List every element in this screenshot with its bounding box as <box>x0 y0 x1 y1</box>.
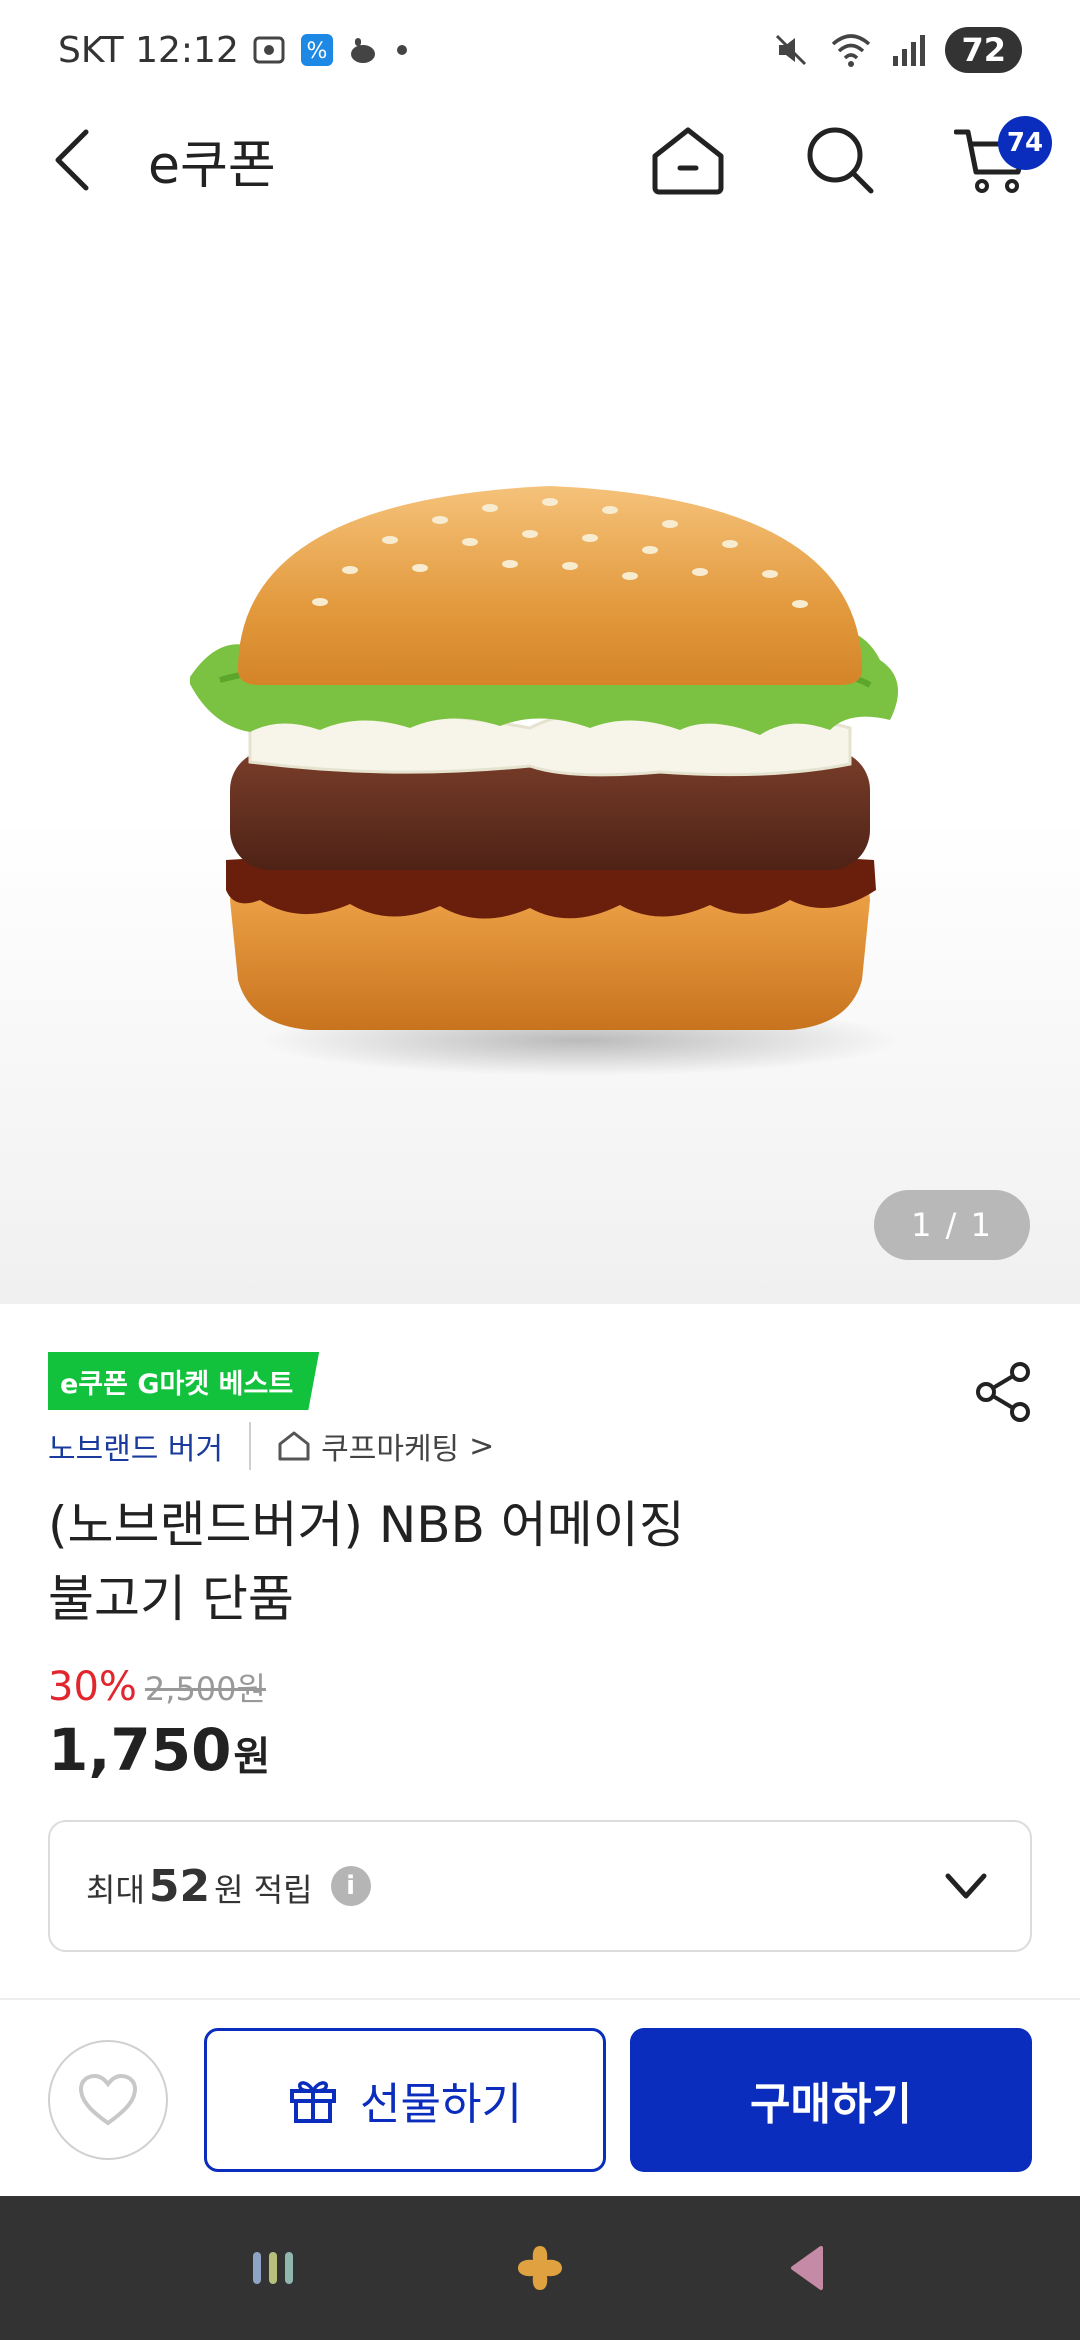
app-header: e쿠폰 74 <box>0 100 1080 220</box>
status-right: 72 <box>771 27 1022 73</box>
seller-chevron-icon: > <box>469 1428 495 1464</box>
wishlist-button[interactable] <box>48 2040 168 2160</box>
battery-indicator: 72 <box>945 27 1022 73</box>
back-button[interactable] <box>48 124 96 196</box>
shop-home-icon <box>278 1431 310 1461</box>
home-icon <box>652 127 724 195</box>
final-price-unit: 원 <box>233 1734 271 1780</box>
back-nav-icon <box>790 2246 823 2290</box>
cart-count-badge: 74 <box>998 116 1052 170</box>
svg-text:%: % <box>306 39 327 64</box>
header-actions: 74 <box>648 116 1052 200</box>
percent-app-icon: % <box>300 34 333 66</box>
brand-link[interactable]: 노브랜드 버거 <box>48 1424 223 1468</box>
signal-icon <box>893 35 926 66</box>
info-icon[interactable]: i <box>330 1866 371 1906</box>
gift-button[interactable]: 선물하기 <box>204 2028 606 2172</box>
battery-level: 72 <box>961 31 1006 69</box>
points-text: 최대 52 원 적립 i <box>86 1861 371 1912</box>
seller-link[interactable]: 쿠프마케팅 > <box>277 1424 494 1468</box>
buy-button-label: 구매하기 <box>750 2079 912 2130</box>
back-arrow-icon <box>55 129 89 191</box>
original-price: 2,500원 <box>144 1670 266 1708</box>
status-bar: SKT 12:12 % 72 <box>0 0 1080 100</box>
home-button[interactable] <box>648 120 728 200</box>
product-title: (노브랜드버거) NBB 어메이징 불고기 단품 <box>48 1488 948 1636</box>
best-badge: e쿠폰 G마켓 베스트 <box>48 1352 320 1410</box>
points-accordion[interactable]: 최대 52 원 적립 i <box>48 1820 1032 1952</box>
buy-button[interactable]: 구매하기 <box>630 2028 1032 2172</box>
store-row: 노브랜드 버거 쿠프마케팅 > <box>48 1422 494 1470</box>
divider <box>249 1422 252 1470</box>
back-nav-button[interactable] <box>767 2228 847 2308</box>
burger-product-image <box>190 486 900 1076</box>
image-counter: 1 / 1 <box>874 1190 1030 1260</box>
wifi-icon <box>832 34 871 67</box>
gift-button-label: 선물하기 <box>360 2079 522 2130</box>
gift-icon <box>290 2081 337 2123</box>
action-bar: 선물하기 구매하기 <box>0 1998 1080 2196</box>
final-price: 1,750 원 <box>48 1716 270 1784</box>
coffee-app-icon <box>350 38 375 63</box>
share-icon <box>976 1362 1030 1422</box>
recent-apps-icon <box>253 2252 294 2284</box>
product-title-line2: 불고기 단품 <box>48 1570 294 1628</box>
home-nav-button[interactable] <box>500 2228 580 2308</box>
system-nav-bar <box>0 2196 1080 2340</box>
mute-icon <box>776 34 807 66</box>
home-nav-icon <box>517 2246 562 2290</box>
search-button[interactable] <box>800 120 880 200</box>
points-amount: 52 <box>148 1860 211 1912</box>
search-icon <box>807 127 874 194</box>
discount-rate: 30% <box>48 1664 137 1710</box>
status-time: SKT 12:12 <box>58 29 239 71</box>
status-left: SKT 12:12 % <box>58 30 409 71</box>
recent-apps-button[interactable] <box>233 2228 313 2308</box>
product-title-line1: (노브랜드버거) NBB 어메이징 <box>48 1496 685 1554</box>
cart-button[interactable]: 74 <box>952 116 1052 200</box>
points-suffix: 원 적립 <box>214 1870 313 1909</box>
points-prefix: 최대 <box>86 1870 145 1909</box>
price-row: 30% 2,500원 <box>48 1664 266 1710</box>
chevron-down-icon <box>945 1873 987 1899</box>
final-price-value: 1,750 <box>48 1716 232 1784</box>
screenshot-icon <box>253 36 285 64</box>
product-image-carousel[interactable]: 1 / 1 <box>0 220 1080 1304</box>
heart-icon <box>78 2073 138 2126</box>
page-title: e쿠폰 <box>148 135 276 196</box>
share-button[interactable] <box>972 1360 1036 1424</box>
notification-dot-icon <box>396 45 407 55</box>
seller-name: 쿠프마케팅 <box>321 1432 460 1467</box>
